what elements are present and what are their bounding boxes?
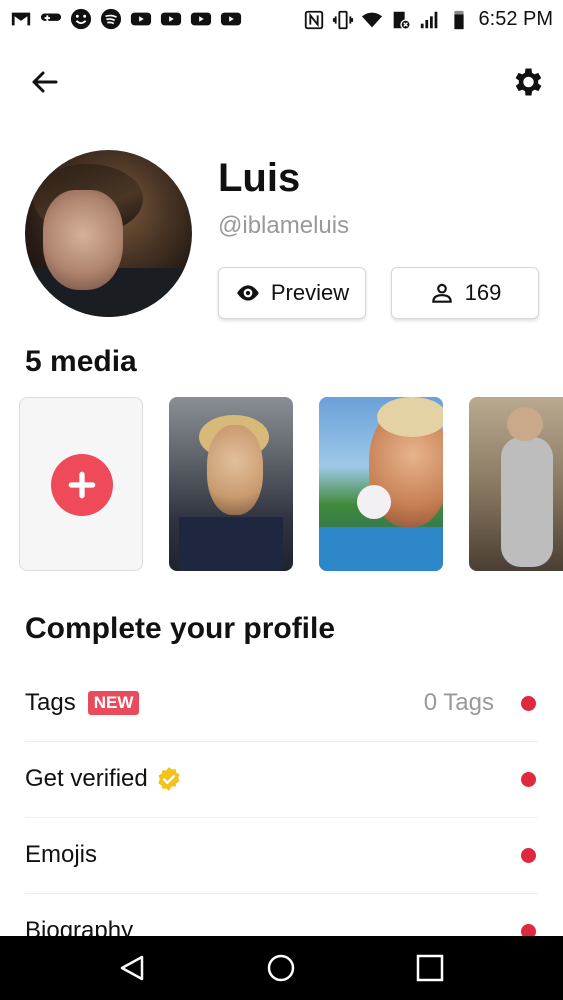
nav-recents-icon[interactable] [410, 948, 450, 988]
media-thumbnail[interactable] [169, 397, 293, 571]
status-bar: 6:52 PM [0, 0, 563, 40]
thumbnail-face [507, 407, 543, 441]
media-title: 5 media [25, 345, 137, 378]
emojis-row[interactable]: Emojis [25, 817, 538, 894]
emojis-label: Emojis [25, 841, 98, 868]
media-thumbnail[interactable] [469, 397, 563, 571]
followers-count: 169 [464, 280, 502, 305]
thumbnail-body [501, 437, 553, 567]
vibrate-icon [332, 9, 354, 31]
gmail-icon [10, 8, 32, 30]
thumbnail-sweater [179, 517, 283, 571]
profile-handle: @iblameluis [218, 212, 350, 239]
followers-button[interactable]: 169 [391, 267, 539, 319]
thumbnail-shirt [319, 527, 443, 571]
signal-icon [419, 9, 441, 31]
person-icon [431, 283, 452, 303]
verified-icon [158, 767, 180, 791]
youtube-icon [130, 8, 152, 30]
gear-icon[interactable] [509, 64, 545, 100]
complete-profile-title: Complete your profile [25, 612, 336, 645]
avatar-face [43, 190, 123, 290]
game-controller-icon [40, 8, 62, 30]
notification-icons [10, 8, 242, 30]
alarm-icon [390, 9, 412, 31]
thumbnail-face [207, 425, 263, 515]
system-icons: 6:52 PM [303, 8, 553, 31]
thumbnail-hair [377, 397, 443, 437]
preview-button[interactable]: Preview [218, 267, 366, 319]
youtube-icon [160, 8, 182, 30]
battery-icon [448, 9, 470, 31]
status-dot [521, 695, 536, 711]
tags-row[interactable]: Tags NEW 0 Tags [25, 665, 538, 742]
clock: 6:52 PM [478, 8, 553, 30]
tags-label: Tags [25, 689, 76, 716]
profile-name: Luis [218, 156, 301, 200]
smiley-icon [70, 8, 92, 30]
media-thumbnail[interactable] [319, 397, 443, 571]
new-badge: NEW [87, 691, 140, 715]
add-media-button[interactable] [19, 397, 143, 571]
youtube-icon [220, 8, 242, 30]
get-verified-row[interactable]: Get verified [25, 741, 538, 818]
navigation-bar [0, 936, 563, 1000]
tags-count: 0 Tags [423, 689, 494, 716]
back-arrow-icon[interactable] [26, 64, 62, 100]
preview-label: Preview [270, 280, 350, 305]
get-verified-label: Get verified [25, 765, 148, 792]
nav-back-icon[interactable] [112, 948, 152, 988]
wifi-icon [361, 9, 383, 31]
youtube-icon [190, 8, 212, 30]
spotify-icon [100, 8, 122, 30]
plus-icon [51, 454, 113, 516]
status-dot [521, 847, 536, 863]
eye-icon [237, 285, 259, 301]
nfc-icon [303, 9, 325, 31]
nav-home-icon[interactable] [261, 948, 301, 988]
status-dot [521, 771, 536, 787]
avatar[interactable] [25, 150, 192, 317]
thumbnail-bubble [357, 485, 391, 519]
